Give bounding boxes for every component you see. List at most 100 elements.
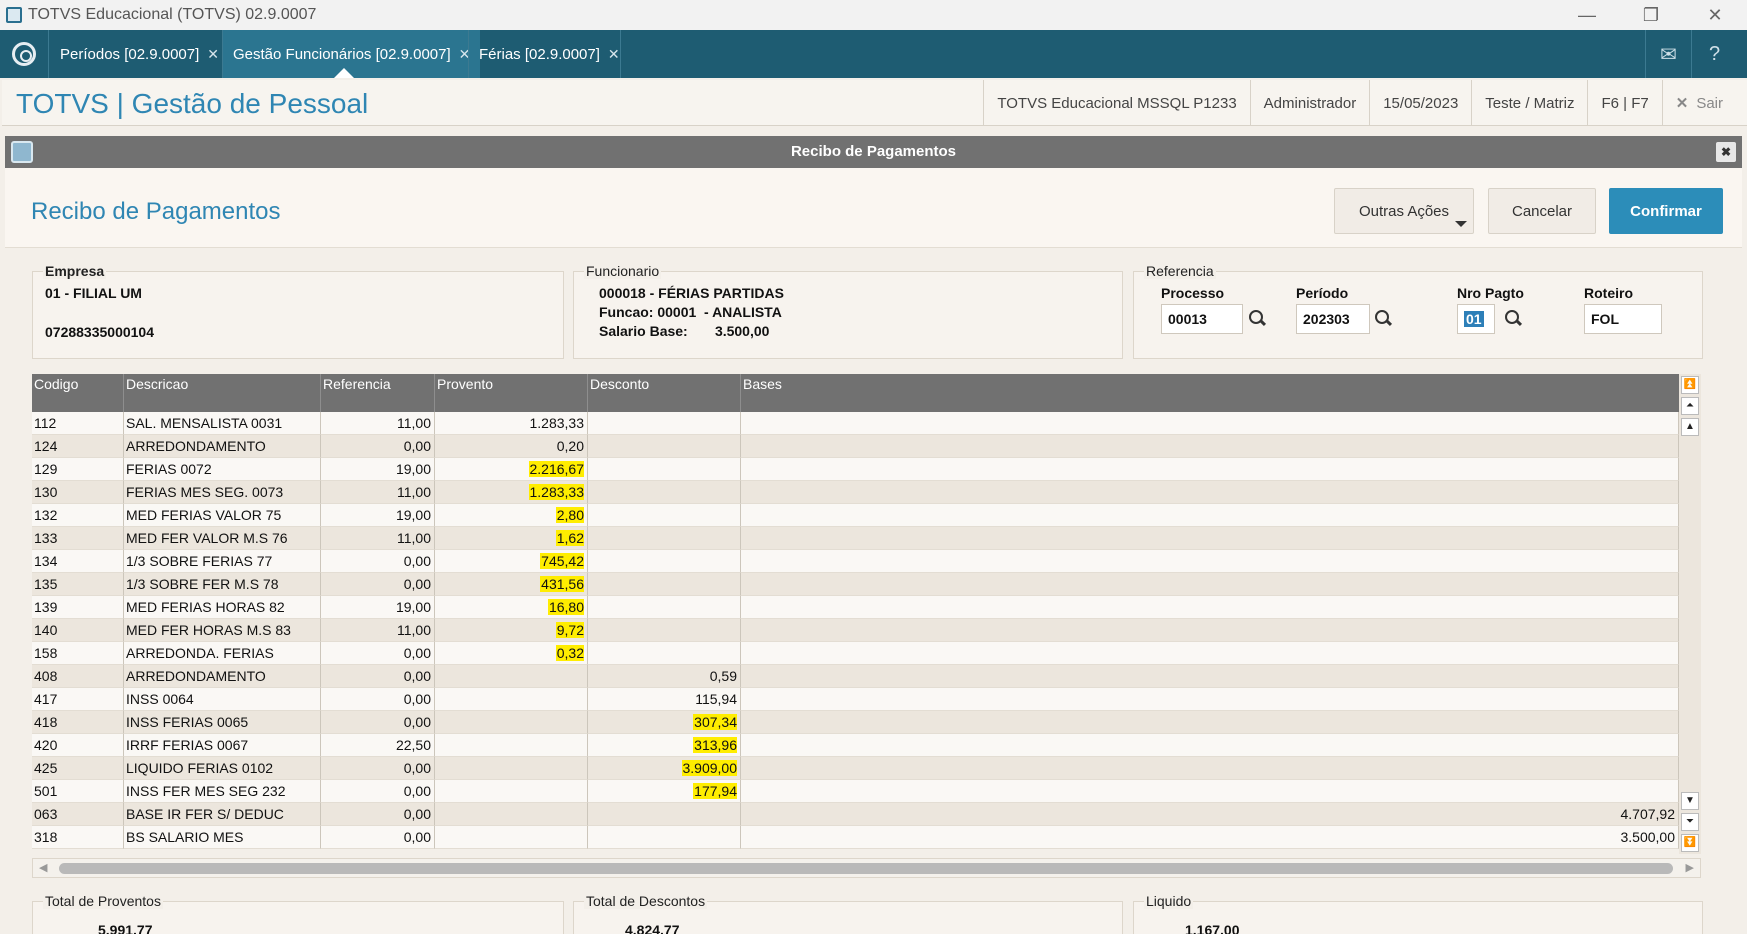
- cell-desconto: [588, 435, 741, 458]
- more-actions-button[interactable]: Outras Ações: [1334, 188, 1474, 234]
- table-row[interactable]: 140 MED FER HORAS M.S 83 11,00 9,72: [32, 619, 1679, 642]
- column-header-codigo[interactable]: Codigo: [32, 374, 124, 412]
- tab-bar: Períodos [02.9.0007] ✕ Gestão Funcionári…: [0, 30, 1747, 78]
- table-row[interactable]: 133 MED FER VALOR M.S 76 11,00 1,62: [32, 527, 1679, 550]
- help-icon[interactable]: ?: [1691, 30, 1737, 78]
- scroll-left-icon[interactable]: ◀: [39, 861, 47, 874]
- cell-codigo: 501: [32, 780, 124, 803]
- close-window-button[interactable]: ✕: [1683, 0, 1747, 30]
- search-icon[interactable]: [1249, 310, 1267, 328]
- scroll-up-icon[interactable]: ▲: [1681, 418, 1699, 436]
- cell-provento: 1,62: [435, 527, 588, 550]
- total-descontos-fieldset: Total de Descontos 4.824,77: [573, 893, 1123, 934]
- cancel-button[interactable]: Cancelar: [1488, 188, 1596, 234]
- cell-provento: [435, 757, 588, 780]
- cell-codigo: 063: [32, 803, 124, 826]
- table-row[interactable]: 501 INSS FER MES SEG 232 0,00 177,94: [32, 780, 1679, 803]
- search-icon[interactable]: [1505, 310, 1523, 328]
- table-row[interactable]: 124 ARREDONDAMENTO 0,00 0,20: [32, 435, 1679, 458]
- liquido-value: 1.167,00: [1185, 922, 1240, 934]
- table-row[interactable]: 418 INSS FERIAS 0065 0,00 307,34: [32, 711, 1679, 734]
- column-header-descricao[interactable]: Descricao: [124, 374, 321, 412]
- cell-codigo: 420: [32, 734, 124, 757]
- cell-provento: [435, 665, 588, 688]
- page-title: Recibo de Pagamentos: [31, 198, 281, 225]
- processo-label: Processo: [1161, 285, 1225, 301]
- table-row[interactable]: 130 FERIAS MES SEG. 0073 11,00 1.283,33: [32, 481, 1679, 504]
- close-icon[interactable]: ✕: [207, 46, 219, 63]
- table-row[interactable]: 158 ARREDONDA. FERIAS 0,00 0,32: [32, 642, 1679, 665]
- cell-codigo: 134: [32, 550, 124, 573]
- processo-input[interactable]: 00013: [1161, 304, 1243, 334]
- scroll-last-icon[interactable]: ⏬: [1681, 834, 1699, 852]
- roteiro-label: Roteiro: [1584, 285, 1633, 301]
- button-label: Outras Ações: [1358, 202, 1450, 220]
- confirm-button[interactable]: Confirmar: [1609, 188, 1723, 234]
- totvs-logo-icon[interactable]: [12, 42, 36, 66]
- table-row[interactable]: 139 MED FERIAS HORAS 82 19,00 16,80: [32, 596, 1679, 619]
- table-row[interactable]: 132 MED FERIAS VALOR 75 19,00 2,80: [32, 504, 1679, 527]
- cell-bases: [741, 435, 1679, 458]
- nro-pagto-input[interactable]: 01: [1457, 304, 1495, 334]
- cell-referencia: 0,00: [321, 826, 435, 849]
- restore-button[interactable]: ❐: [1619, 0, 1683, 30]
- cell-referencia: 0,00: [321, 757, 435, 780]
- cell-referencia: 11,00: [321, 527, 435, 550]
- cell-provento: [435, 734, 588, 757]
- scrollbar-thumb[interactable]: [59, 863, 1673, 874]
- minimize-button[interactable]: —: [1555, 0, 1619, 30]
- cell-descricao: FERIAS MES SEG. 0073: [124, 481, 321, 504]
- branch-info[interactable]: Teste / Matriz: [1471, 80, 1587, 126]
- tab-periodos[interactable]: Períodos [02.9.0007] ✕: [50, 30, 229, 78]
- cell-codigo: 132: [32, 504, 124, 527]
- horizontal-scrollbar[interactable]: ◀ ▶: [32, 858, 1701, 878]
- roteiro-input[interactable]: FOL: [1584, 304, 1662, 334]
- mail-icon[interactable]: ✉: [1645, 30, 1691, 78]
- cell-desconto: [588, 504, 741, 527]
- column-header-referencia[interactable]: Referencia: [321, 374, 435, 412]
- vertical-scrollbar[interactable]: ⏫ ⏶ ▲ ▼ ⏷ ⏬: [1679, 374, 1701, 854]
- scroll-page-down-icon[interactable]: ⏷: [1681, 813, 1699, 831]
- scroll-down-icon[interactable]: ▼: [1681, 792, 1699, 810]
- periodo-input[interactable]: 202303: [1296, 304, 1370, 334]
- table-row[interactable]: 063 BASE IR FER S/ DEDUC 0,00 4.707,92: [32, 803, 1679, 826]
- column-header-provento[interactable]: Provento: [435, 374, 588, 412]
- table-row[interactable]: 135 1/3 SOBRE FER M.S 78 0,00 431,56: [32, 573, 1679, 596]
- cell-bases: [741, 481, 1679, 504]
- scroll-page-up-icon[interactable]: ⏶: [1681, 397, 1699, 415]
- cell-value: INSS FERIAS 0065: [126, 714, 249, 730]
- table-row[interactable]: 420 IRRF FERIAS 0067 22,50 313,96: [32, 734, 1679, 757]
- tab-ferias[interactable]: Férias [02.9.0007] ✕: [469, 30, 630, 78]
- dialog-close-button[interactable]: ✖: [1716, 142, 1736, 162]
- table-row[interactable]: 408 ARREDONDAMENTO 0,00 0,59: [32, 665, 1679, 688]
- column-header-desconto[interactable]: Desconto: [588, 374, 741, 412]
- close-icon[interactable]: ✕: [608, 46, 620, 63]
- column-header-bases[interactable]: Bases: [741, 374, 1679, 412]
- table-row[interactable]: 318 BS SALARIO MES 0,00 3.500,00: [32, 826, 1679, 849]
- cell-value: 4.707,92: [1620, 806, 1676, 822]
- app-icon: [6, 7, 22, 23]
- table-row[interactable]: 425 LIQUIDO FERIAS 0102 0,00 3.909,00: [32, 757, 1679, 780]
- table-row[interactable]: 112 SAL. MENSALISTA 0031 11,00 1.283,33: [32, 412, 1679, 435]
- dialog-title: Recibo de Pagamentos: [790, 143, 957, 160]
- cell-value: 158: [34, 645, 58, 661]
- cell-referencia: 0,00: [321, 550, 435, 573]
- scroll-right-icon[interactable]: ▶: [1686, 861, 1694, 874]
- cell-provento: [435, 826, 588, 849]
- exit-button[interactable]: ✕ Sair: [1661, 80, 1747, 126]
- cell-codigo: 158: [32, 642, 124, 665]
- scroll-first-icon[interactable]: ⏫: [1681, 376, 1699, 394]
- table-row[interactable]: 134 1/3 SOBRE FERIAS 77 0,00 745,42: [32, 550, 1679, 573]
- nro-pagto-label: Nro Pagto: [1457, 285, 1524, 301]
- cell-provento: 431,56: [435, 573, 588, 596]
- funcionario-line3: Salario Base: 3.500,00: [599, 323, 770, 339]
- cell-value: 1,62: [555, 530, 584, 546]
- cell-value: 0,00: [403, 760, 431, 776]
- shortcuts-info: F6 | F7: [1587, 80, 1661, 126]
- search-icon[interactable]: [1375, 310, 1393, 328]
- table-row[interactable]: 129 FERIAS 0072 19,00 2.216,67: [32, 458, 1679, 481]
- cell-value: 135: [34, 576, 58, 592]
- active-tab-indicator: [334, 68, 354, 78]
- cell-provento: [435, 711, 588, 734]
- table-row[interactable]: 417 INSS 0064 0,00 115,94: [32, 688, 1679, 711]
